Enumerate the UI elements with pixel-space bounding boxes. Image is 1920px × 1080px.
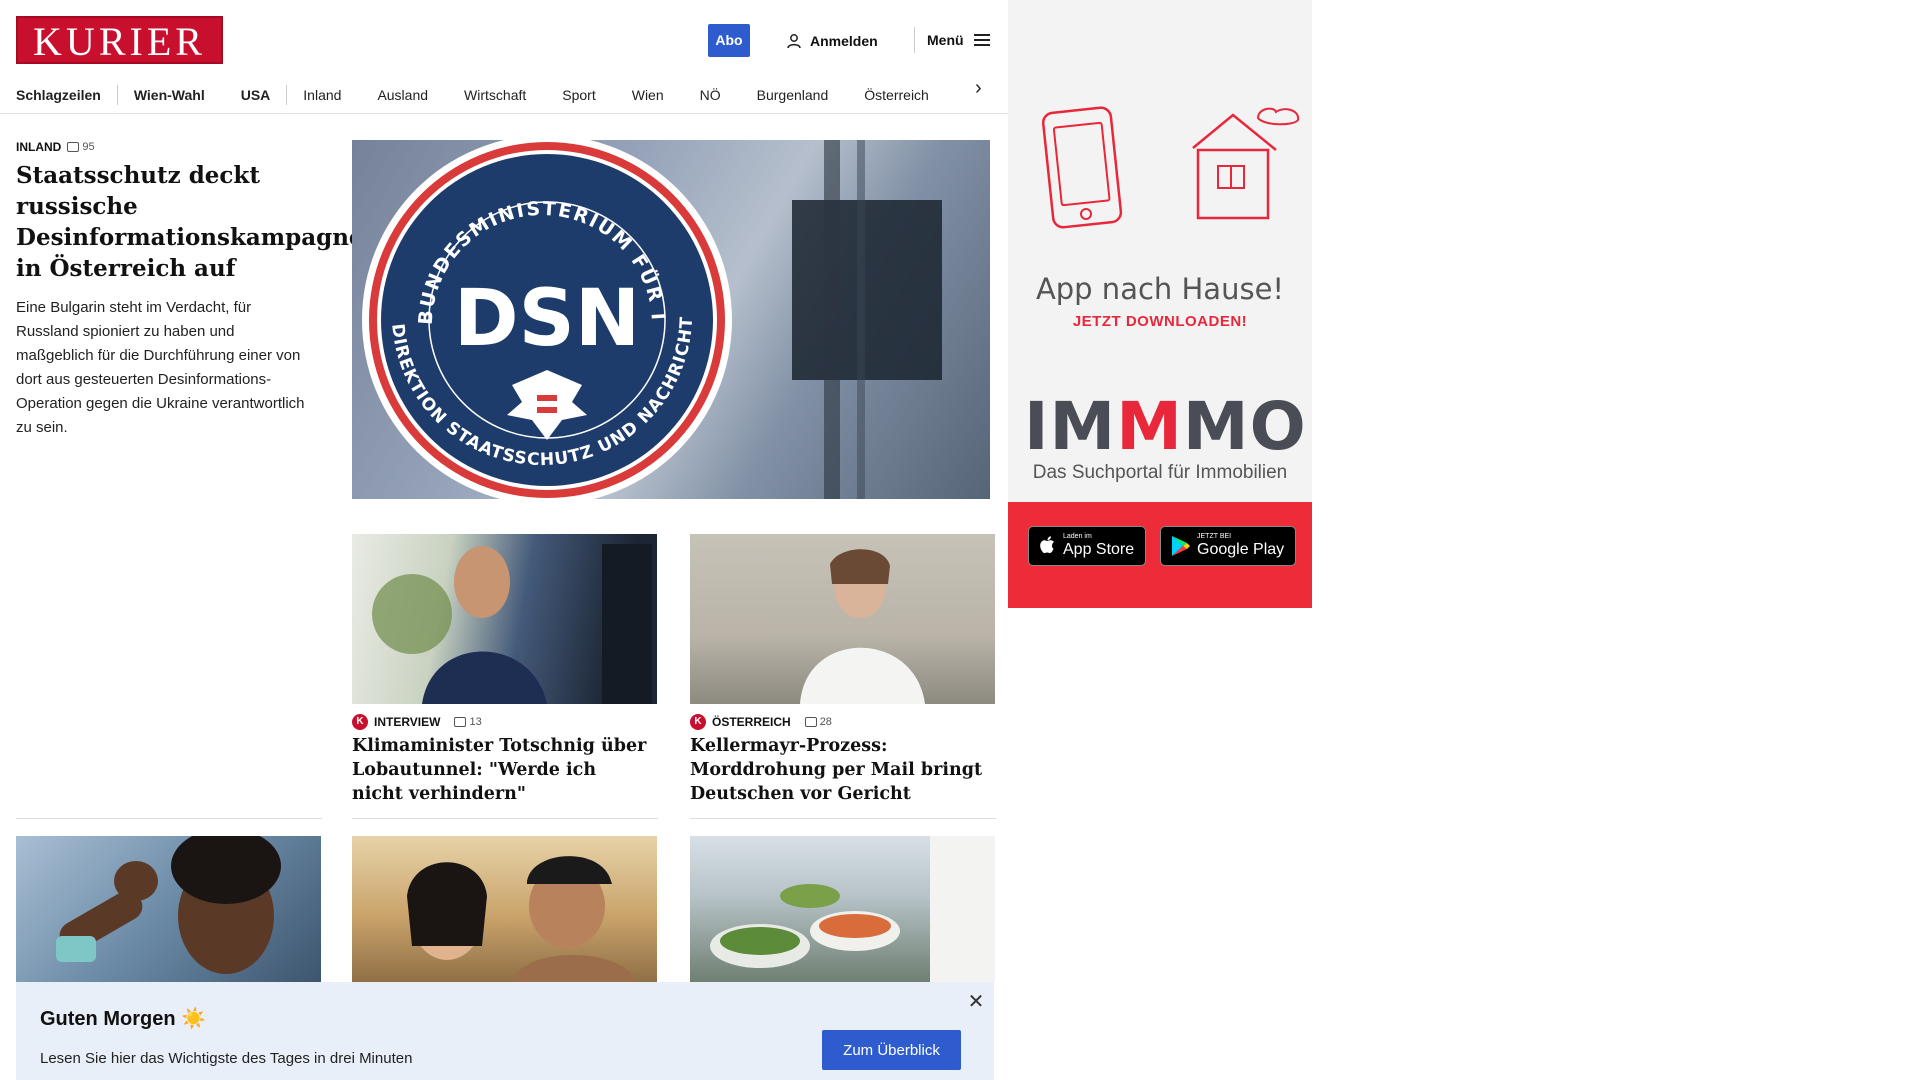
google-play-badge[interactable]: JETZT BEI Google Play: [1160, 526, 1296, 566]
row-divider: [16, 818, 322, 819]
card-comment-count-1[interactable]: 13: [454, 716, 482, 728]
card-photo-tennis: [56, 836, 281, 974]
lead-comment-count[interactable]: 95: [67, 141, 95, 153]
card-photo-portrait: [800, 549, 925, 704]
card-photo-interview: [372, 544, 652, 704]
lead-headline[interactable]: Staatsschutz deckt russische Desinformat…: [16, 160, 364, 284]
card-image-couple[interactable]: [352, 836, 657, 982]
card-category-1[interactable]: INTERVIEW: [374, 715, 440, 729]
kurier-plus-icon: K: [352, 714, 368, 730]
comment-icon: [67, 142, 80, 152]
menu-button[interactable]: Menü: [914, 27, 990, 53]
lead-meta: INLAND 95: [16, 140, 95, 154]
card-comment-count-2[interactable]: 28: [804, 716, 832, 728]
row-divider: [352, 818, 658, 819]
nav-chevron-right-icon[interactable]: ›: [975, 78, 995, 98]
nav-item-ausland[interactable]: Ausland: [377, 87, 428, 103]
banner-title: Guten Morgen ☀️: [40, 1008, 207, 1030]
immmo-tagline: Das Suchportal für Immobilien: [1032, 462, 1288, 483]
nav-item-wirtschaft[interactable]: Wirtschaft: [464, 87, 526, 103]
nav-item-wien-wahl[interactable]: Wien-Wahl: [134, 87, 205, 103]
immmo-logo[interactable]: IMMMO: [1024, 392, 1306, 462]
lead-category[interactable]: INLAND: [16, 140, 61, 154]
app-store-badge[interactable]: Laden im App Store: [1028, 526, 1146, 566]
card-photo-couple: [407, 856, 637, 982]
nav-item-usa[interactable]: USA: [241, 87, 271, 103]
card-image-tennis[interactable]: [16, 836, 321, 982]
nav-item-wien[interactable]: Wien: [632, 87, 664, 103]
kurier-plus-icon: K: [690, 714, 706, 730]
immmo-logo-part: IM: [1024, 388, 1117, 465]
banner-text: Lesen Sie hier das Wichtigste des Tages …: [40, 1050, 413, 1067]
comment-icon: [804, 717, 817, 727]
immmo-logo-accent: M: [1116, 388, 1183, 465]
card-meta-2: K ÖSTERREICH 28: [690, 714, 832, 730]
nav-item-schlagzeilen[interactable]: Schlagzeilen: [16, 87, 101, 103]
login-link[interactable]: Anmelden: [786, 30, 878, 52]
seal-center-text: DSN: [454, 274, 640, 364]
card-image-buffet[interactable]: [690, 836, 995, 982]
apple-icon: [1040, 536, 1054, 554]
lead-teaser[interactable]: Eine Bulgarin steht im Verdacht, für Rus…: [16, 296, 306, 440]
dsn-seal-photo: BUNDESMINISTERIUM FÜR INNERES DIREKTION …: [352, 140, 990, 499]
lead-comments-value: 95: [82, 141, 95, 153]
card-headline-2[interactable]: Kellermayr-Prozess: Morddrohung per Mail…: [690, 734, 995, 806]
comment-icon: [454, 717, 467, 727]
card-meta-1: K INTERVIEW 13: [352, 714, 482, 730]
phone-house-illustration: [1041, 106, 1300, 229]
card-comments-value-2: 28: [819, 716, 832, 728]
nav-item-sport[interactable]: Sport: [562, 87, 595, 103]
hamburger-icon: [973, 34, 990, 46]
nav-item-burgenland[interactable]: Burgenland: [757, 87, 829, 103]
card-image-kellermayr[interactable]: [690, 534, 995, 704]
app-store-small: Laden im: [1063, 533, 1092, 540]
header-divider: [0, 113, 1008, 114]
card-photo-buffet: [710, 836, 995, 982]
nav-item-noe[interactable]: NÖ: [700, 87, 721, 103]
kurier-logo[interactable]: KURIER: [16, 16, 223, 64]
ad-headline[interactable]: App nach Hause!: [1008, 272, 1312, 306]
house-icon: [1192, 107, 1300, 220]
phone-icon: [1041, 106, 1123, 229]
nav-item-oesterreich[interactable]: Österreich: [864, 87, 929, 103]
google-play-small: JETZT BEI: [1197, 533, 1232, 540]
close-icon[interactable]: ✕: [964, 990, 988, 1014]
immmo-logo-part: MO: [1182, 388, 1307, 465]
nav-divider: [116, 85, 118, 105]
card-category-2[interactable]: ÖSTERREICH: [712, 715, 791, 729]
card-image-totschnig[interactable]: [352, 534, 657, 704]
ad-subline[interactable]: JETZT DOWNLOADEN!: [1008, 313, 1312, 330]
nav-divider: [286, 85, 288, 105]
abo-button[interactable]: Abo: [708, 24, 750, 57]
menu-label: Menü: [927, 32, 964, 48]
nav-item-inland[interactable]: Inland: [303, 87, 341, 103]
main-nav: Schlagzeilen Wien-Wahl USA Inland Auslan…: [16, 78, 1002, 112]
google-play-big: Google Play: [1197, 541, 1285, 558]
google-play-icon: [1172, 536, 1190, 556]
row-divider: [690, 818, 996, 819]
lead-image[interactable]: BUNDESMINISTERIUM FÜR INNERES DIREKTION …: [352, 140, 990, 499]
user-icon: [787, 34, 801, 49]
card-headline-1[interactable]: Klimaminister Totschnig über Lobautunnel…: [352, 734, 652, 806]
app-store-big: App Store: [1063, 541, 1135, 558]
card-comments-value-1: 13: [469, 716, 482, 728]
login-label: Anmelden: [810, 33, 878, 49]
overview-button[interactable]: Zum Überblick: [822, 1030, 961, 1070]
